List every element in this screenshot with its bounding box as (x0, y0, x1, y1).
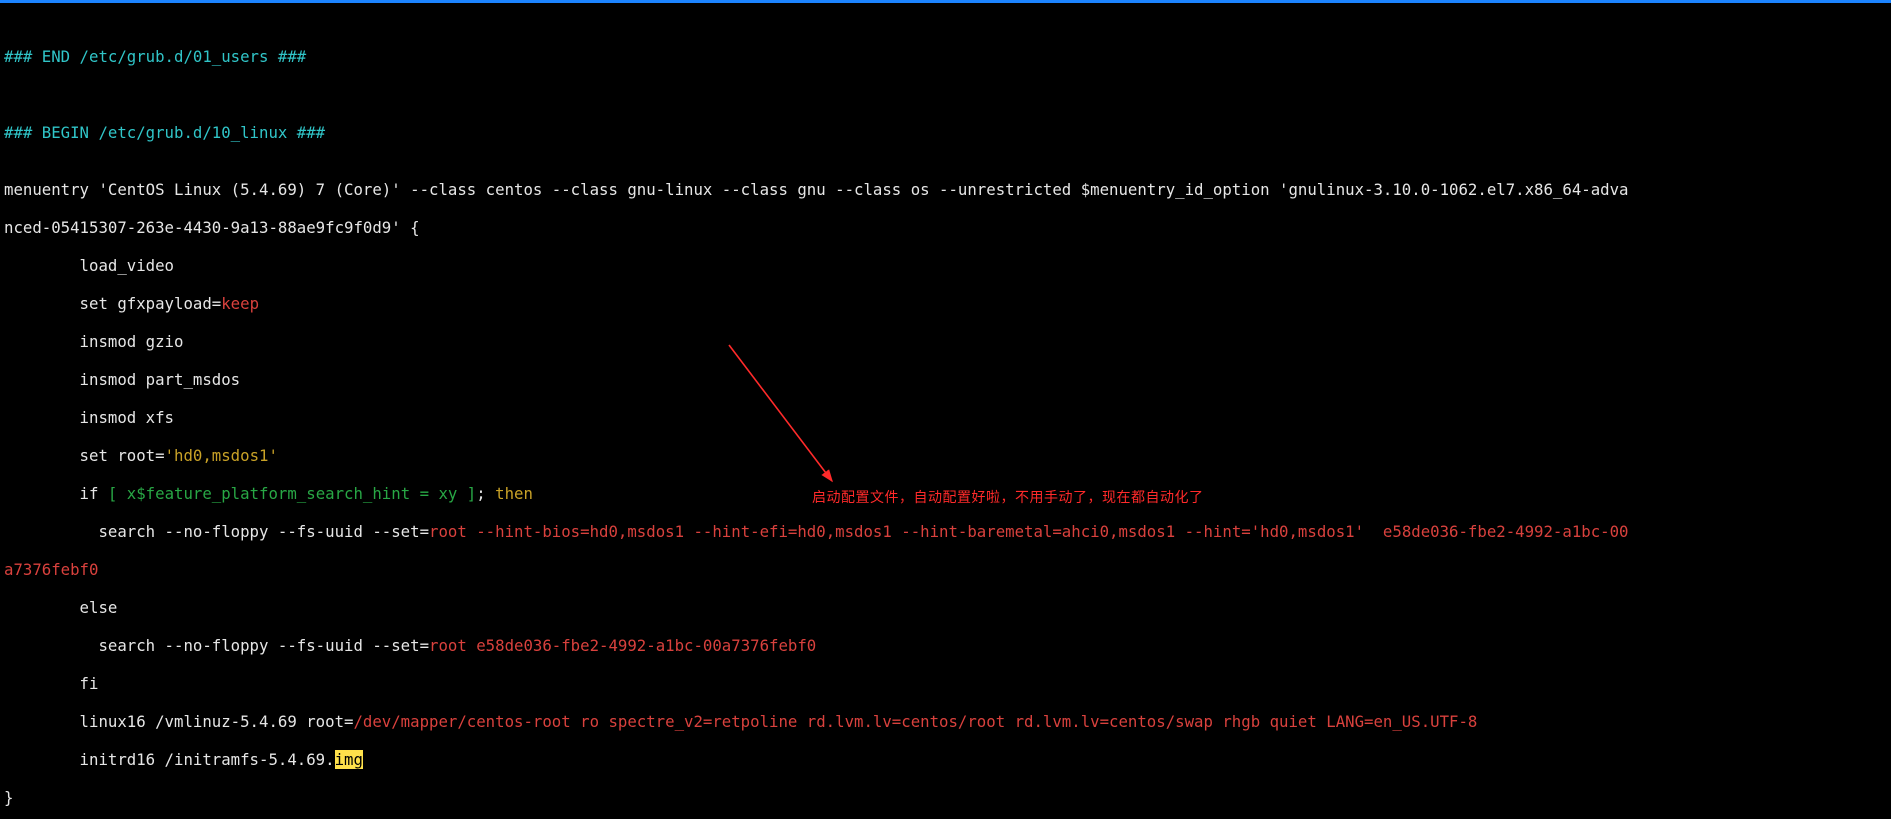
section-begin-marker: ### BEGIN /etc/grub.d/10_linux ### (4, 123, 1887, 142)
close-brace: } (4, 788, 1887, 807)
linux16-line: linux16 /vmlinuz-5.4.69 root=/dev/mapper… (4, 712, 1887, 731)
initrd16-line: initrd16 /initramfs-5.4.69.img (4, 750, 1887, 769)
fi-line: fi (4, 674, 1887, 693)
menuentry-1-head-a: menuentry 'CentOS Linux (5.4.69) 7 (Core… (4, 180, 1887, 199)
search-hint-wrap: a7376febf0 (4, 560, 1887, 579)
highlight-img: img (335, 750, 363, 769)
gfxpayload-line: set gfxpayload=keep (4, 294, 1887, 313)
search-hint-line: search --no-floppy --fs-uuid --set=root … (4, 522, 1887, 541)
insmod-part-msdos: insmod part_msdos (4, 370, 1887, 389)
search-plain-line: search --no-floppy --fs-uuid --set=root … (4, 636, 1887, 655)
else-line: else (4, 598, 1887, 617)
terminal-viewport[interactable]: ### END /etc/grub.d/01_users ### ### BEG… (0, 3, 1891, 819)
annotation-text: 启动配置文件，自动配置好啦，不用手动了，现在都自动化了 (812, 488, 1204, 507)
set-root-line: set root='hd0,msdos1' (4, 446, 1887, 465)
insmod-xfs: insmod xfs (4, 408, 1887, 427)
section-end-marker: ### END /etc/grub.d/01_users ### (4, 47, 1887, 66)
blank-line (4, 85, 1887, 104)
insmod-gzio: insmod gzio (4, 332, 1887, 351)
menuentry-1-head-b: nced-05415307-263e-4430-9a13-88ae9fc9f0d… (4, 218, 1887, 237)
load-video: load_video (4, 256, 1887, 275)
